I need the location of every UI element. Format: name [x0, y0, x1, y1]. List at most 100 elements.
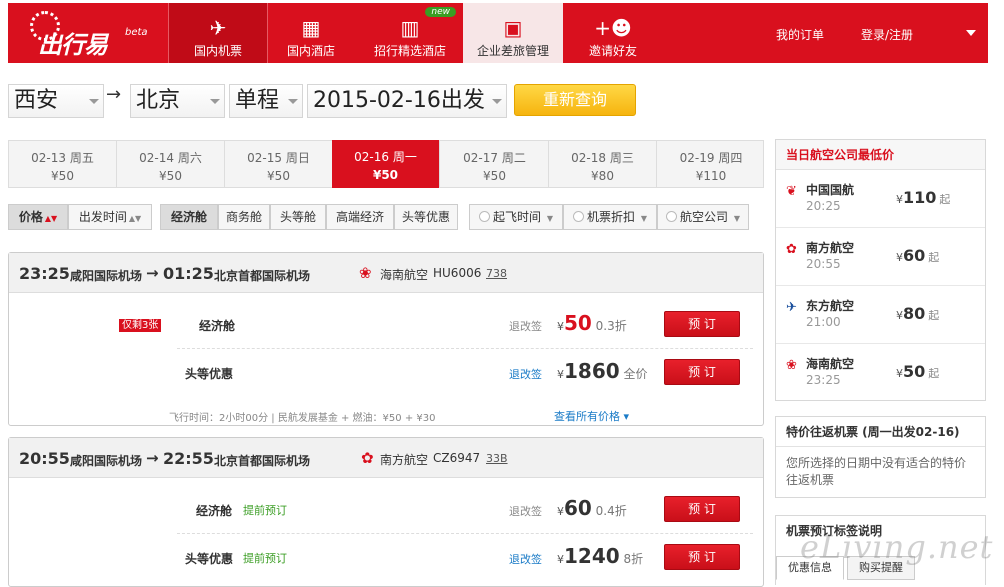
sort-label: 价格: [18, 210, 43, 224]
cabin-business[interactable]: 商务舱: [218, 204, 270, 230]
date-label: 02-17 周二: [463, 151, 526, 165]
fare-price: ¥50 0.3折: [557, 311, 627, 335]
airline-price-row[interactable]: ✿ 南方航空 20:55 ¥60 起: [776, 228, 985, 286]
refund-rules-link[interactable]: 退改签: [509, 318, 542, 334]
sort-icon: ▲▼: [128, 214, 142, 223]
radio-icon: [666, 211, 677, 222]
roundtrip-message: 您所选择的日期中没有适合的特价往返机票: [786, 456, 967, 487]
refund-rules-link[interactable]: 退改签: [509, 551, 542, 567]
cabin-class: 头等优惠: [185, 552, 234, 566]
airline-price: ¥80 起: [896, 304, 939, 323]
date-option[interactable]: 02-17 周二 ¥50: [441, 141, 549, 187]
airline-price: ¥110 起: [896, 188, 950, 207]
tab-domestic-hotels[interactable]: ▦ 国内酒店: [261, 3, 361, 63]
suitcase-icon: ▣: [503, 16, 523, 40]
tab-domestic-flights[interactable]: ✈ 国内机票: [168, 3, 268, 63]
view-all-prices-link[interactable]: 查看所有价格 ▾: [554, 408, 629, 424]
airline-price-row[interactable]: ❀ 海南航空 23:25 ¥50 起: [776, 344, 985, 402]
chevron-down-icon: [284, 85, 302, 117]
divider: [177, 348, 753, 349]
arrow-right-icon: →: [106, 84, 122, 105]
book-button[interactable]: 预 订: [664, 496, 740, 522]
login-link[interactable]: 登录/注册: [861, 26, 913, 43]
my-orders-link[interactable]: 我的订单: [776, 26, 824, 43]
plane-type-link[interactable]: 738: [486, 267, 507, 280]
date-value: 2015-02-16出发: [313, 88, 485, 113]
date-price: ¥50: [51, 169, 74, 183]
airline-filter[interactable]: 航空公司 ▼: [657, 204, 749, 230]
refund-rules-link[interactable]: 退改签: [509, 503, 542, 519]
date-select[interactable]: 2015-02-16出发: [307, 84, 507, 118]
discount-label: 0.4折: [595, 504, 627, 518]
airline-price-row[interactable]: ❦ 中国国航 20:25 ¥110 起: [776, 170, 985, 228]
cabin-premium-economy[interactable]: 高端经济: [326, 204, 394, 230]
currency-symbol: ¥: [557, 553, 564, 566]
date-option[interactable]: 02-18 周三 ¥80: [549, 141, 657, 187]
date-option[interactable]: 02-14 周六 ¥50: [117, 141, 225, 187]
date-label: 02-15 周日: [247, 151, 310, 165]
to-city-select[interactable]: 北京: [130, 84, 225, 118]
price-value: 60: [564, 496, 592, 520]
tab-invite-friends[interactable]: +☻ 邀请好友: [563, 3, 663, 63]
price-value: 80: [903, 304, 926, 323]
advance-booking-label: 提前预订: [243, 552, 287, 565]
cabin-first[interactable]: 头等舱: [270, 204, 326, 230]
radio-icon: [573, 211, 584, 222]
logo[interactable]: 出行易 beta: [8, 3, 168, 63]
trip-type-select[interactable]: 单程: [229, 84, 303, 118]
date-price: ¥80: [591, 169, 614, 183]
date-option-selected[interactable]: 02-16 周一 ¥50: [332, 140, 440, 188]
airplane-icon: ✈: [209, 16, 227, 40]
flight-time: 20:55: [806, 257, 841, 271]
takeoff-time-filter[interactable]: 起飞时间 ▼: [469, 204, 563, 230]
chevron-down-icon[interactable]: [966, 30, 976, 36]
tab-business-travel[interactable]: ▣ 企业差旅管理: [463, 3, 563, 63]
flight-card: 23:25 咸阳国际机场 → 01:25 北京首都国际机场 ❀ 海南航空 HU6…: [8, 252, 764, 426]
price-suffix: 起: [928, 309, 940, 322]
currency-symbol: ¥: [896, 309, 903, 322]
sort-time-button[interactable]: 出发时间 ▲▼: [68, 204, 152, 230]
book-button[interactable]: 预 订: [664, 359, 740, 385]
date-option[interactable]: 02-19 周四 ¥110: [657, 141, 765, 187]
date-option[interactable]: 02-13 周五 ¥50: [9, 141, 117, 187]
airline-price-row[interactable]: ✈ 东方航空 21:00 ¥80 起: [776, 286, 985, 344]
advance-booking-label: 提前预订: [243, 504, 287, 517]
price-value: 110: [903, 188, 937, 207]
chevron-down-icon: ▼: [640, 214, 647, 223]
search-again-button[interactable]: 重新查询: [514, 84, 636, 116]
discount-filter[interactable]: 机票折扣 ▼: [563, 204, 657, 230]
departure-airport: 咸阳国际机场: [70, 269, 143, 283]
beta-label: beta: [125, 27, 148, 38]
currency-symbol: ¥: [557, 368, 564, 381]
flight-number: HU6006: [433, 266, 482, 280]
date-label: 02-19 周四: [679, 151, 743, 165]
tab-selected-hotels[interactable]: ▥ 招行精选酒店 new: [360, 3, 460, 63]
hainan-airlines-logo-icon: ❀: [786, 358, 797, 373]
filter-label: 机票折扣: [587, 210, 636, 224]
book-button[interactable]: 预 订: [664, 311, 740, 337]
flight-time: 23:25: [806, 373, 841, 387]
chevron-down-icon: [85, 85, 103, 117]
lowest-price-panel: 当日航空公司最低价 ❦ 中国国航 20:25 ¥110 起 ✿ 南方航空 20:5…: [775, 139, 986, 401]
to-city-value: 北京: [136, 88, 181, 113]
tickets-left-badge: 仅剩3张: [119, 319, 162, 332]
airline-name: 东方航空: [806, 299, 855, 313]
departure-airport: 咸阳国际机场: [70, 454, 143, 468]
refund-rules-link[interactable]: 退改签: [509, 366, 542, 382]
date-option[interactable]: 02-15 周日 ¥50: [225, 141, 333, 187]
tab-label: 企业差旅管理: [476, 44, 549, 58]
flight-header: 20:55 咸阳国际机场 → 22:55 北京首都国际机场 ✿ 南方航空 CZ6…: [9, 438, 763, 478]
discount-label: 全价: [623, 367, 648, 381]
sort-price-button[interactable]: 价格 ▲▼: [8, 204, 68, 230]
tab-label: 国内酒店: [286, 44, 335, 58]
price-value: 50: [903, 362, 926, 381]
from-city-select[interactable]: 西安: [8, 84, 104, 118]
cabin-economy[interactable]: 经济舱: [160, 204, 218, 230]
cabin-first-discount[interactable]: 头等优惠: [394, 204, 458, 230]
divider: [177, 533, 753, 534]
book-button[interactable]: 预 订: [664, 544, 740, 570]
plane-type-link[interactable]: 33B: [486, 452, 508, 465]
currency-symbol: ¥: [557, 505, 564, 518]
date-price: ¥50: [267, 169, 290, 183]
date-label: 02-18 周三: [571, 151, 634, 165]
